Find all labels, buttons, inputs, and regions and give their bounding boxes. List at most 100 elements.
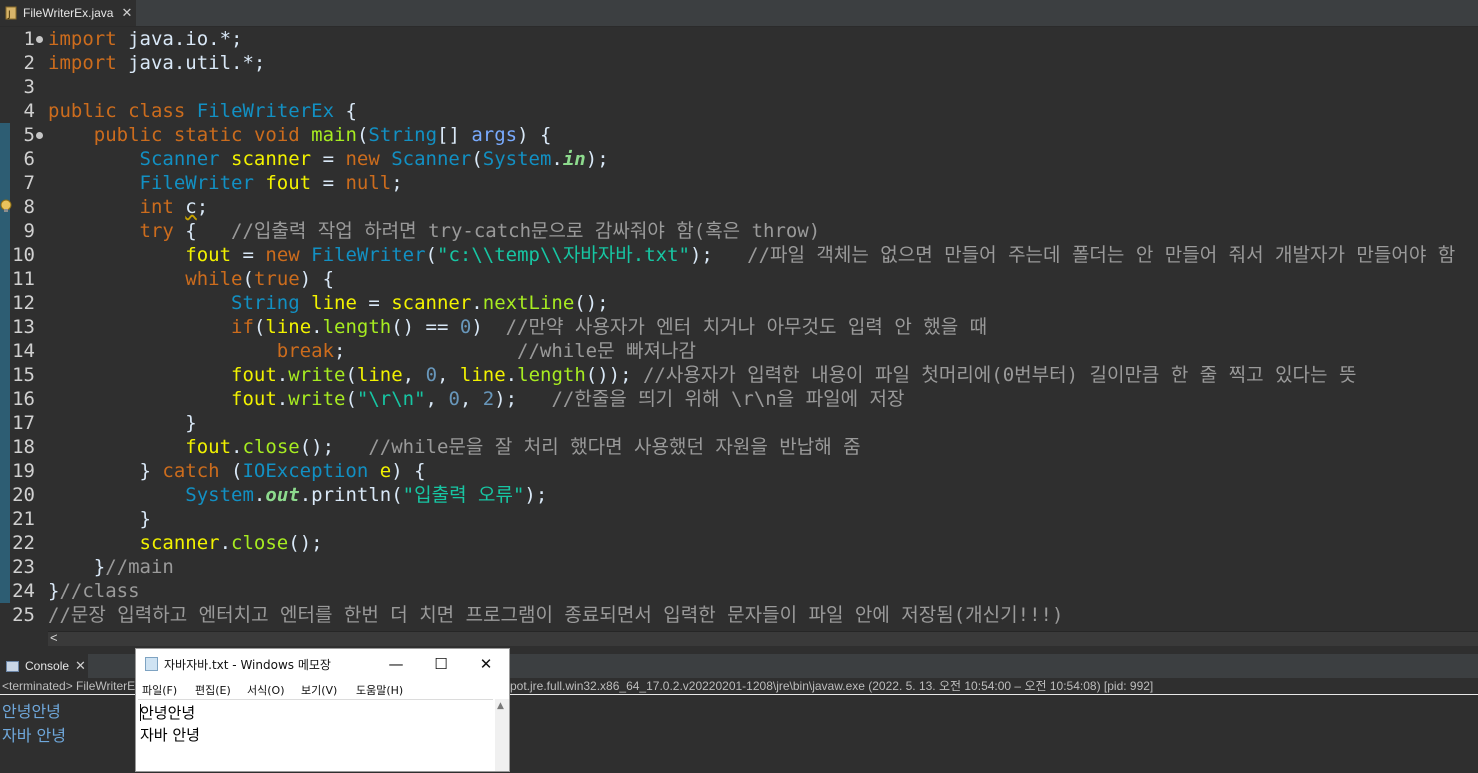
line-number: 18 — [12, 436, 35, 458]
line-number: 4 — [23, 100, 35, 122]
code-line[interactable]: 25 //문장 입력하고 엔터치고 엔터를 한번 더 치면 프로그램이 종료되면서… — [0, 603, 1478, 627]
code-line[interactable]: 24}//class — [0, 579, 1478, 603]
close-icon[interactable]: ✕ — [75, 658, 86, 674]
line-number: 1 — [23, 28, 35, 50]
notepad-text-line: 안녕안녕 — [140, 704, 196, 722]
code-line[interactable]: 19 } catch (IOException e) { — [0, 459, 1478, 483]
code-line[interactable]: 1 import java.io.*; — [0, 27, 1478, 51]
code-text: scanner.close(); — [139, 532, 323, 554]
scroll-left-icon[interactable]: < — [50, 630, 58, 645]
code-line[interactable]: 6 Scanner scanner = new Scanner(System.i… — [0, 147, 1478, 171]
notepad-window[interactable]: 자바자바.txt - Windows 메모장 — ☐ ✕ 파일(F) 편집(E)… — [135, 648, 510, 772]
line-number: 7 — [23, 172, 35, 194]
line-number: 24 — [12, 580, 35, 602]
line-number: 6 — [23, 148, 35, 170]
code-text: import java.io.*; — [48, 28, 243, 50]
notepad-menubar: 파일(F) 편집(E) 서식(O) 보기(V) 도움말(H) — [136, 679, 509, 699]
scroll-up-icon[interactable]: ▲ — [497, 701, 504, 711]
fold-icon[interactable] — [36, 36, 43, 43]
code-line[interactable]: 7 FileWriter fout = null; — [0, 171, 1478, 195]
code-text: if(line.length() == 0) //만약 사용자가 엔터 치거나 … — [231, 316, 988, 338]
line-number: 10 — [12, 244, 35, 266]
code-text: break; //while문 빠져나감 — [276, 340, 696, 362]
code-text: try { //입출력 작업 하려면 try-catch문으로 감싸줘야 함(혹… — [139, 220, 821, 242]
code-editor[interactable]: 1 import java.io.*; 2 import java.util.*; 3 4… — [0, 27, 1478, 631]
line-number: 17 — [12, 412, 35, 434]
editor-horizontal-scrollbar[interactable]: < — [48, 630, 1478, 646]
fold-icon[interactable] — [36, 132, 43, 139]
code-text: fout.write("\r\n", 0, 2); //한줄을 띄기 위해 \r… — [231, 388, 905, 410]
notepad-icon — [145, 657, 158, 671]
code-text: fout.write(line, 0, line.length()); //사용… — [231, 364, 1357, 386]
notepad-titlebar[interactable]: 자바자바.txt - Windows 메모장 — ☐ ✕ — [136, 649, 509, 679]
tab-console[interactable]: Console ✕ — [0, 654, 88, 678]
code-line[interactable]: 4 public class FileWriterEx { — [0, 99, 1478, 123]
console-icon — [6, 660, 19, 672]
code-text: System.out.println("입출력 오류"); — [185, 484, 548, 506]
notepad-text-line: 자바 안녕 — [140, 726, 200, 744]
line-number: 19 — [12, 460, 35, 482]
code-text: } — [48, 508, 151, 530]
line-number: 13 — [12, 316, 35, 338]
notepad-title: 자바자바.txt - Windows 메모장 — [164, 658, 331, 672]
code-text: public class FileWriterEx { — [48, 100, 357, 122]
maximize-button[interactable]: ☐ — [419, 652, 463, 676]
code-line[interactable]: 11 while(true) { — [0, 267, 1478, 291]
code-line[interactable]: 10 fout = new FileWriter("c:\\temp\\자바자바… — [0, 243, 1478, 267]
code-text: FileWriter fout = null; — [139, 172, 403, 194]
code-line[interactable]: 3 — [0, 75, 1478, 99]
code-line[interactable]: 14 break; //while문 빠져나감 — [0, 339, 1478, 363]
code-line[interactable]: 20 System.out.println("입출력 오류"); — [0, 483, 1478, 507]
notepad-vertical-scrollbar[interactable]: ▲ — [495, 699, 509, 771]
code-line[interactable]: 21 } — [0, 507, 1478, 531]
code-text: import java.util.*; — [48, 52, 266, 74]
code-line[interactable]: 8 int c; — [0, 195, 1478, 219]
line-number: 16 — [12, 388, 35, 410]
code-line[interactable]: 22 scanner.close(); — [0, 531, 1478, 555]
console-status-right: pot.jre.full.win32.x86_64_17.0.2.v202202… — [510, 679, 1154, 693]
code-text: //문장 입력하고 엔터치고 엔터를 한번 더 치면 프로그램이 종료되면서 입… — [48, 604, 1064, 626]
code-line[interactable]: 16 fout.write("\r\n", 0, 2); //한줄을 띄기 위해… — [0, 387, 1478, 411]
code-line[interactable]: 5 public static void main(String[] args)… — [0, 123, 1478, 147]
menu-file[interactable]: 파일(F) — [142, 682, 177, 698]
console-status-left: <terminated> FileWriterEx — [2, 679, 142, 693]
editor-tab-label: FileWriterEx.java — [23, 6, 114, 20]
code-text: }//main — [48, 556, 174, 578]
line-number: 2 — [23, 52, 35, 74]
line-number: 20 — [12, 484, 35, 506]
code-line[interactable]: 2 import java.util.*; — [0, 51, 1478, 75]
minimize-button[interactable]: — — [374, 652, 418, 676]
notepad-text-area[interactable]: 안녕안녕 자바 안녕 — [138, 699, 493, 772]
code-text: } catch (IOException e) { — [48, 460, 426, 482]
svg-text:J: J — [7, 10, 11, 20]
line-number: 14 — [12, 340, 35, 362]
line-number: 3 — [23, 76, 35, 98]
line-number: 8 — [23, 196, 35, 218]
line-number: 5 — [23, 124, 35, 146]
code-text: while(true) { — [185, 268, 335, 290]
java-file-icon: J — [5, 6, 18, 20]
code-line[interactable]: 18 fout.close(); //while문을 잘 처리 했다면 사용했던… — [0, 435, 1478, 459]
code-text: int c; — [139, 196, 209, 218]
editor-tab-filewriterex[interactable]: J FileWriterEx.java ✕ — [0, 0, 136, 26]
menu-edit[interactable]: 편집(E) — [195, 682, 231, 698]
line-number: 15 — [12, 364, 35, 386]
code-line[interactable]: 15 fout.write(line, 0, line.length()); /… — [0, 363, 1478, 387]
line-number: 23 — [12, 556, 35, 578]
line-number: 9 — [23, 220, 35, 242]
menu-format[interactable]: 서식(O) — [247, 682, 284, 698]
code-line[interactable]: 12 String line = scanner.nextLine(); — [0, 291, 1478, 315]
code-text: public static void main(String[] args) { — [93, 124, 552, 146]
line-number: 11 — [12, 268, 35, 290]
code-line[interactable]: 23 }//main — [0, 555, 1478, 579]
line-number: 21 — [12, 508, 35, 530]
console-tab-label: Console — [25, 659, 70, 673]
menu-help[interactable]: 도움말(H) — [356, 682, 403, 698]
close-button[interactable]: ✕ — [464, 652, 508, 676]
code-line[interactable]: 17 } — [0, 411, 1478, 435]
close-icon[interactable]: ✕ — [121, 5, 132, 21]
menu-view[interactable]: 보기(V) — [301, 682, 337, 698]
code-line[interactable]: 9 try { //입출력 작업 하려면 try-catch문으로 감싸줘야 함… — [0, 219, 1478, 243]
code-line[interactable]: 13 if(line.length() == 0) //만약 사용자가 엔터 치… — [0, 315, 1478, 339]
code-text: fout.close(); //while문을 잘 처리 했다면 사용했던 자원… — [185, 436, 861, 458]
